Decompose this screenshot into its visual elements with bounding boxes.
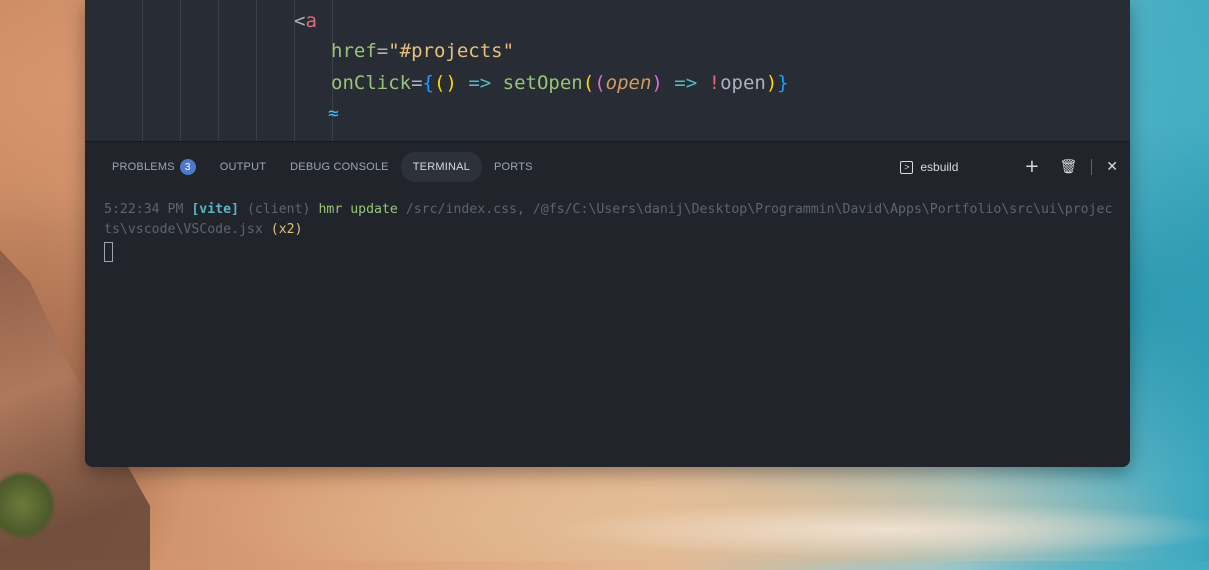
- log-action: hmr update: [318, 202, 398, 217]
- terminal-name: esbuild: [920, 160, 959, 174]
- tab-problems[interactable]: PROBLEMS 3: [100, 152, 208, 182]
- indent-guide: [218, 0, 219, 141]
- panel-tabs: PROBLEMS 3 OUTPUT DEBUG CONSOLE TERMINAL …: [100, 152, 545, 182]
- code-editor[interactable]: <a href="#projects" onClick={() => setOp…: [85, 0, 1130, 141]
- panel-actions: > esbuild + 🗑 ✕: [900, 152, 1118, 182]
- tab-ports[interactable]: PORTS: [482, 152, 545, 182]
- indent-guide: [256, 0, 257, 141]
- tab-debug-console[interactable]: DEBUG CONSOLE: [278, 152, 401, 182]
- trash-icon[interactable]: 🗑: [1059, 152, 1077, 182]
- terminal-output[interactable]: 5:22:34 PM [vite] (client) hmr update /s…: [104, 200, 1116, 262]
- add-terminal-icon[interactable]: +: [1024, 152, 1039, 182]
- tailwind-icon: ≈: [328, 103, 339, 124]
- terminal-selector[interactable]: > esbuild: [900, 160, 958, 174]
- log-tag: [vite]: [191, 202, 239, 217]
- code-line: <a: [294, 10, 317, 32]
- divider: [1091, 159, 1093, 175]
- terminal-cursor: [104, 242, 113, 262]
- wallpaper-shrub: [0, 470, 55, 540]
- code-line: href="#projects": [331, 40, 515, 62]
- close-panel-icon[interactable]: ✕: [1106, 152, 1118, 182]
- wallpaper-surf: [400, 470, 1209, 570]
- tab-output[interactable]: OUTPUT: [208, 152, 278, 182]
- indent-guide: [142, 0, 143, 141]
- bottom-panel: PROBLEMS 3 OUTPUT DEBUG CONSOLE TERMINAL …: [85, 141, 1130, 467]
- tab-terminal[interactable]: TERMINAL: [400, 152, 482, 182]
- code-line: onClick={() => setOpen((open) => !open)}: [331, 72, 789, 94]
- log-count: (x2): [270, 222, 303, 237]
- log-client: (client): [246, 202, 311, 217]
- vscode-window: <a href="#projects" onClick={() => setOp…: [85, 0, 1130, 467]
- log-time: 5:22:34 PM: [104, 202, 184, 217]
- problems-count-badge: 3: [179, 159, 196, 175]
- code-line: ≈: [328, 102, 339, 125]
- terminal-icon: >: [900, 160, 914, 174]
- indent-guide: [180, 0, 181, 141]
